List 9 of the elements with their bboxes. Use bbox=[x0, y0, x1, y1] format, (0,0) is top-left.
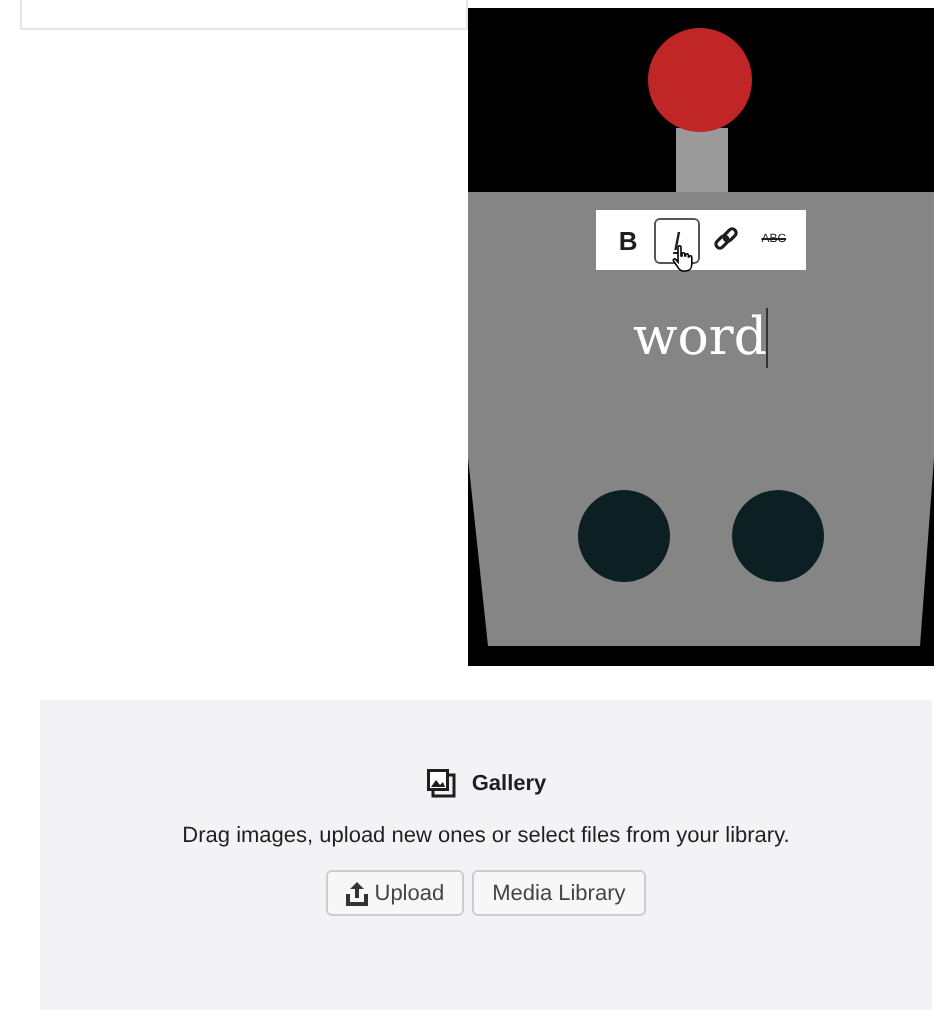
upload-button[interactable]: Upload bbox=[326, 870, 465, 916]
cover-text[interactable]: word bbox=[633, 308, 769, 368]
link-icon bbox=[711, 226, 740, 254]
gallery-title: Gallery bbox=[471, 771, 547, 795]
bold-button[interactable]: B bbox=[605, 217, 652, 263]
upload-icon bbox=[346, 881, 369, 905]
media-library-button[interactable]: Media Library bbox=[472, 870, 646, 916]
gallery-icon bbox=[425, 768, 456, 798]
gallery-instructions: Drag images, upload new ones or select files from your library. bbox=[182, 824, 790, 848]
